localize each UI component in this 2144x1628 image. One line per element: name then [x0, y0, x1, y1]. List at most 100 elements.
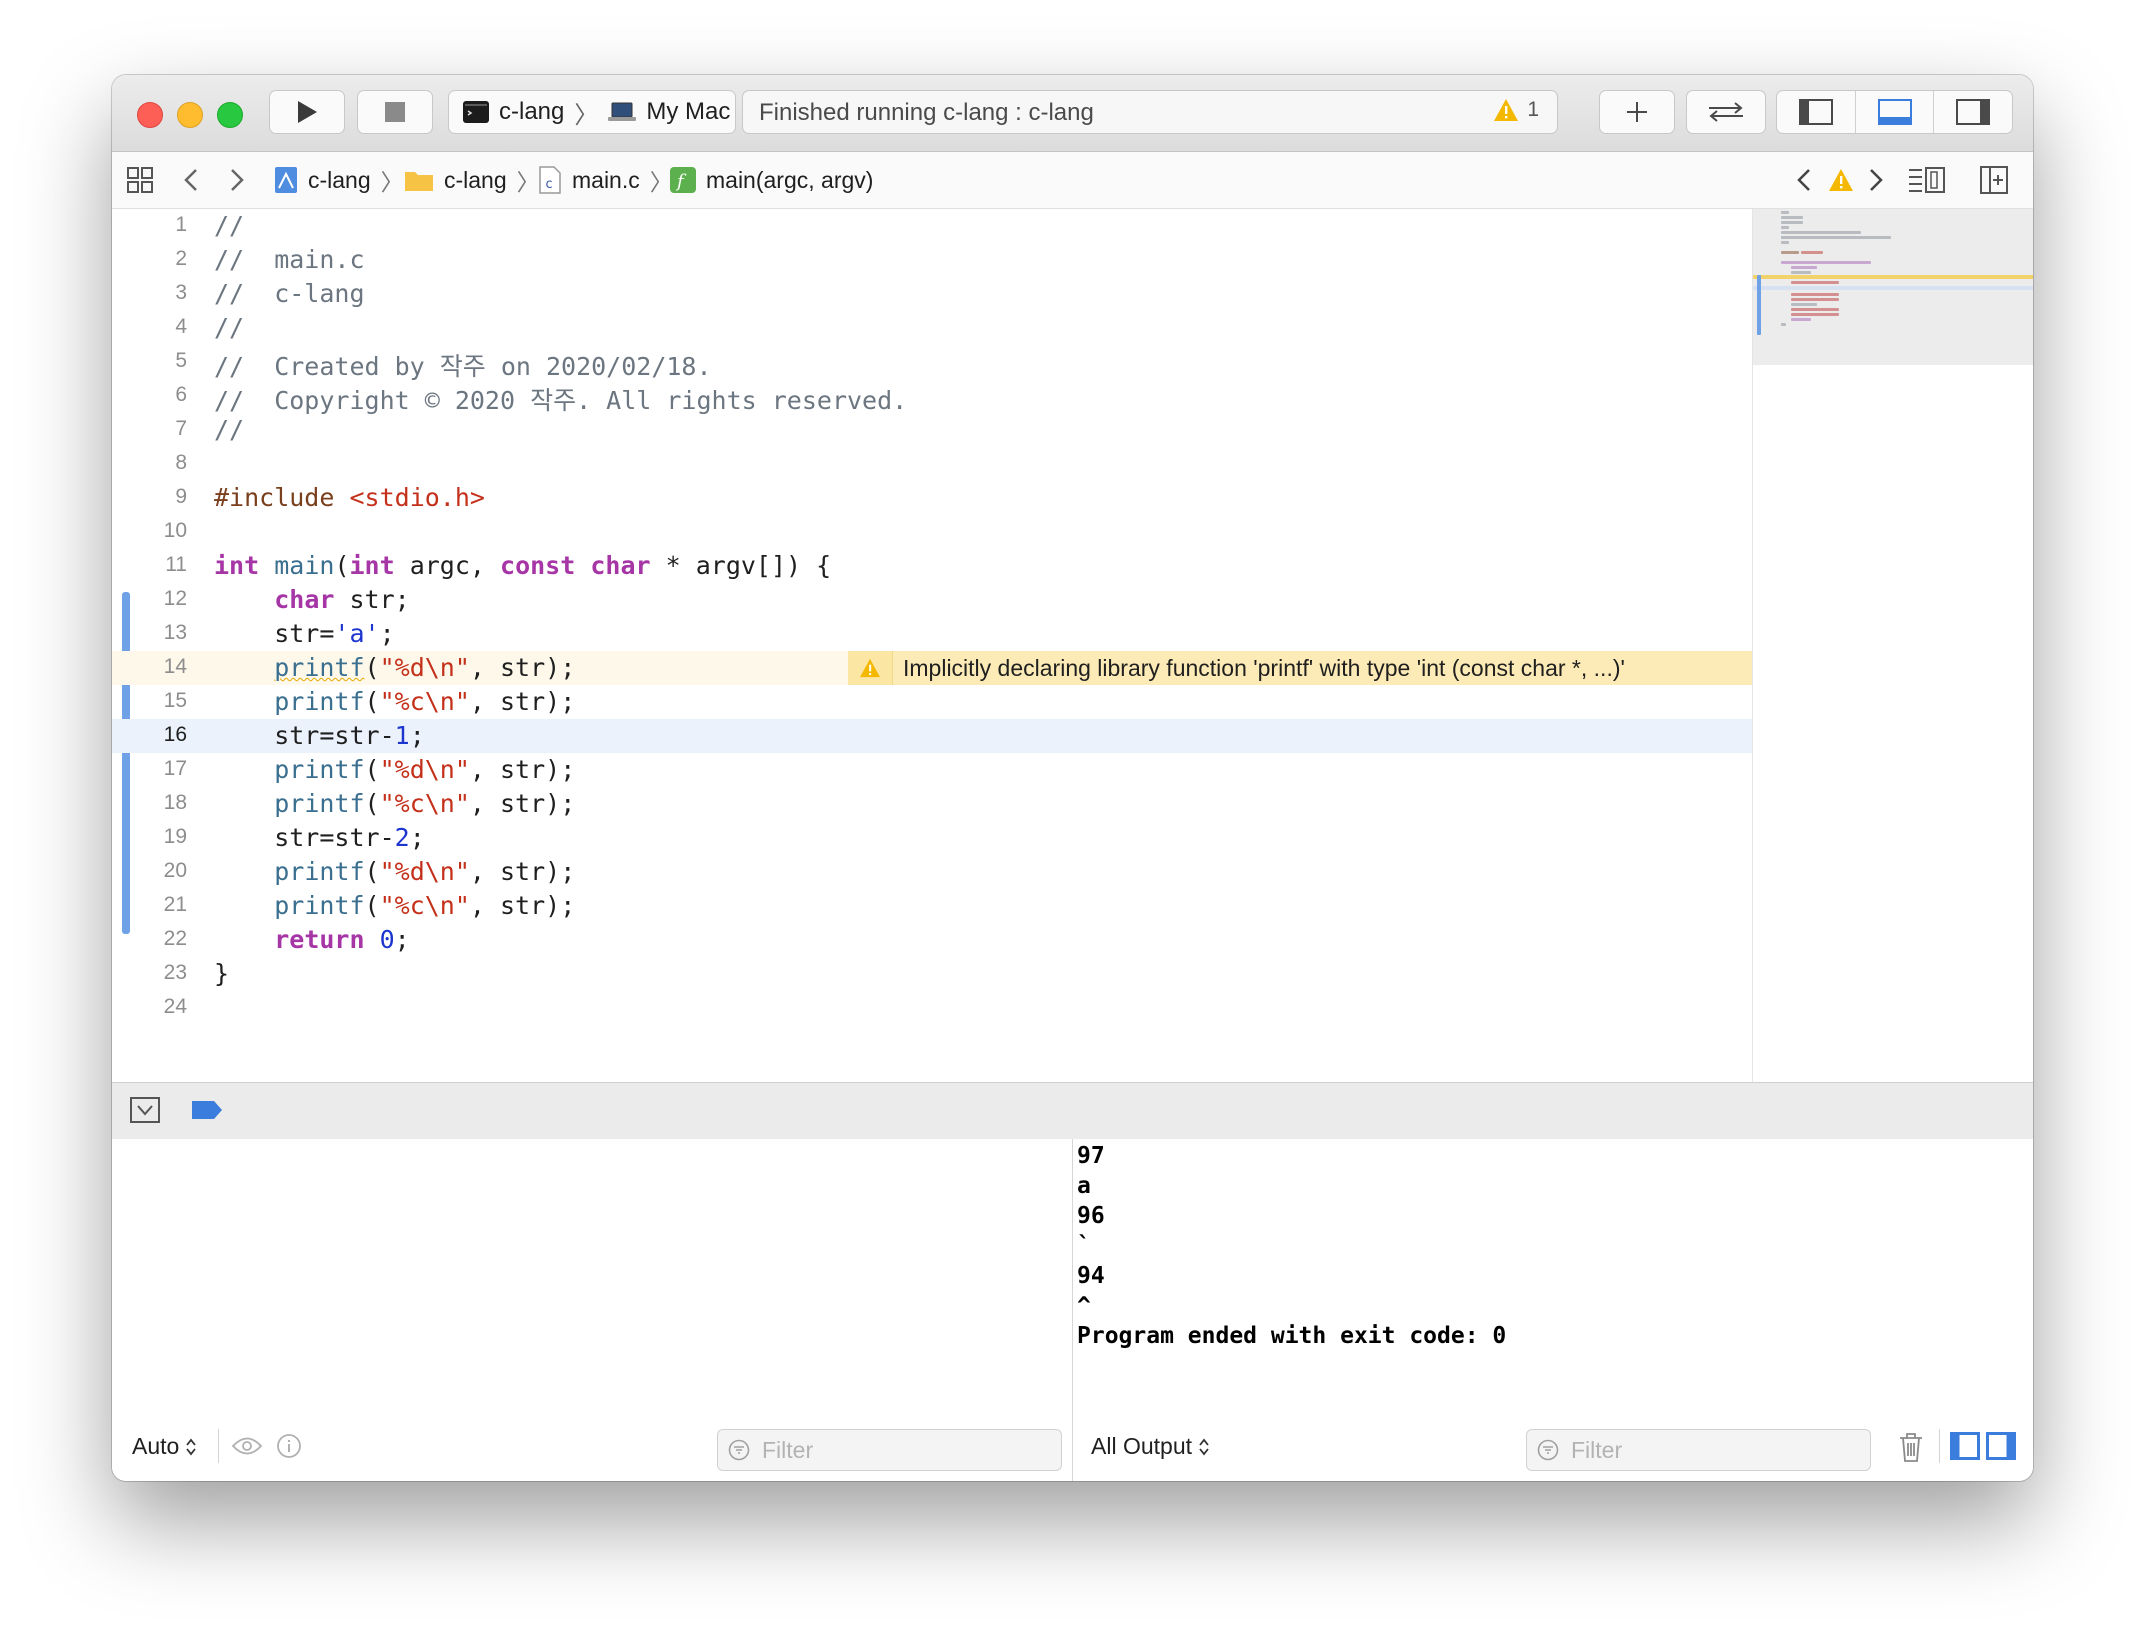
minimap[interactable]	[1752, 209, 2033, 1082]
minimap-line	[1791, 266, 1817, 269]
toggle-navigator-button[interactable]	[1777, 91, 1856, 133]
minimap-line	[1791, 281, 1839, 284]
console-view[interactable]: 97 a 96 ` 94 ^ Program ended with exit c…	[1073, 1139, 2033, 1481]
minimize-window-button[interactable]	[177, 102, 203, 128]
code-line[interactable]: 21 printf("%c\n", str);	[112, 889, 1752, 923]
code-line[interactable]: 2 // main.c	[112, 243, 1752, 277]
c-file-icon: c	[539, 166, 561, 194]
code-review-button[interactable]	[1686, 90, 1766, 134]
library-button[interactable]	[1599, 90, 1675, 134]
code-line[interactable]: 12 char str;	[112, 583, 1752, 617]
code-line[interactable]: 10	[112, 515, 1752, 549]
editor-options-button[interactable]	[1908, 152, 1946, 208]
code-line[interactable]: 11 int main(int argc, const char * argv[]…	[112, 549, 1752, 583]
code-line[interactable]: 3 // c-lang	[112, 277, 1752, 311]
breadcrumb-symbol-label: main(argc, argv)	[706, 166, 874, 193]
code-line[interactable]: 5 // Created by 작주 on 2020/02/18.	[112, 345, 1752, 381]
breadcrumb-folder[interactable]: c-lang 〉	[404, 152, 540, 208]
scheme-selector[interactable]: c-lang 〉 My Mac	[448, 90, 736, 134]
breakpoints-toggle-button[interactable]	[192, 1101, 222, 1124]
variables-filter-input[interactable]	[760, 1435, 1014, 1465]
line-number: 22	[163, 927, 187, 950]
comment: // main.c	[214, 245, 365, 274]
code-line[interactable]: 15 printf("%c\n", str);	[112, 685, 1752, 719]
line-number: 17	[163, 757, 187, 780]
stop-button[interactable]	[357, 90, 433, 134]
code-line[interactable]: 19 str=str-2;	[112, 821, 1752, 855]
quick-look-button[interactable]	[231, 1435, 263, 1462]
code-line[interactable]: 7 //	[112, 413, 1752, 447]
code-line[interactable]: 13 str='a';	[112, 617, 1752, 651]
string-literal: "%c\n"	[379, 687, 470, 716]
string-literal: "%d\n"	[379, 755, 470, 784]
line-number: 8	[175, 451, 187, 474]
line-number: 11	[165, 553, 187, 576]
toggle-debug-area-button[interactable]	[1856, 91, 1935, 133]
show-console-view-button[interactable]	[1986, 1432, 2016, 1465]
number-literal: 1	[394, 721, 410, 750]
back-button[interactable]	[182, 152, 200, 208]
variables-view[interactable]: Auto	[112, 1139, 1073, 1481]
code-line[interactable]: 23}	[112, 957, 1752, 991]
output-scope-popup[interactable]: All Output	[1091, 1433, 1210, 1460]
line-number: 20	[163, 859, 187, 882]
line-number: 12	[163, 587, 187, 610]
warning-message: Implicitly declaring library function 'p…	[903, 655, 1625, 681]
swap-arrows-icon	[1709, 102, 1743, 122]
console-output[interactable]: 97 a 96 ` 94 ^ Program ended with exit c…	[1077, 1141, 1506, 1351]
keyword: const	[500, 551, 576, 580]
code-line[interactable]: 8	[112, 447, 1752, 481]
keyword: return	[274, 925, 365, 954]
next-issue-button[interactable]	[1867, 152, 1885, 208]
left-panel-icon	[1798, 99, 1833, 125]
code-line[interactable]: 18 printf("%c\n", str);	[112, 787, 1752, 821]
minimap-line	[1791, 303, 1817, 306]
code-line[interactable]: 1 //	[112, 209, 1752, 243]
code-line[interactable]: 17 printf("%d\n", str);	[112, 753, 1752, 787]
warning-annotation[interactable]: Implicitly declaring library function 'p…	[848, 651, 1752, 685]
split-editor-button[interactable]	[1980, 152, 2008, 208]
code-line-warning[interactable]: 14 printf("%d\n", str); Implicitly decla…	[112, 651, 1752, 685]
code-line[interactable]: 20 printf("%d\n", str);	[112, 855, 1752, 889]
function-name: main	[274, 551, 335, 580]
zoom-window-button[interactable]	[217, 102, 243, 128]
code-line[interactable]: 4 //	[112, 311, 1752, 345]
breadcrumb-project[interactable]: c-lang 〉	[274, 152, 404, 208]
breadcrumb-symbol[interactable]: f main(argc, argv)	[670, 152, 873, 208]
close-window-button[interactable]	[137, 102, 163, 128]
activity-warning-indicator[interactable]: 1	[1493, 98, 1539, 122]
minimap-line	[1781, 221, 1803, 224]
string-literal: "%d\n"	[379, 653, 470, 682]
code-line[interactable]: 24	[112, 991, 1752, 1025]
code-line[interactable]: 6 // Copyright © 2020 작주. All rights rese…	[112, 379, 1752, 415]
print-description-button[interactable]	[276, 1433, 302, 1464]
keyword: int	[214, 551, 260, 580]
line-number: 1	[175, 213, 187, 236]
variables-scope-popup[interactable]: Auto	[132, 1433, 197, 1460]
folder-icon	[405, 172, 433, 191]
hide-debug-area-button[interactable]	[130, 1097, 160, 1128]
line-number: 15	[163, 689, 187, 712]
console-filter-input[interactable]	[1569, 1435, 1823, 1465]
variables-filter[interactable]	[717, 1429, 1062, 1471]
number-literal: 2	[394, 823, 410, 852]
breadcrumb-file[interactable]: c main.c 〉	[538, 152, 673, 208]
keyword: char	[274, 585, 335, 614]
show-variables-view-button[interactable]	[1950, 1432, 1980, 1465]
activity-viewer: Finished running c-lang : c-lang 1	[742, 90, 1558, 134]
forward-button[interactable]	[228, 152, 246, 208]
minimap-line	[1781, 231, 1861, 234]
related-items-button[interactable]	[126, 152, 154, 208]
code-line[interactable]: 9 #include <stdio.h>	[112, 481, 1752, 515]
divider	[218, 1429, 219, 1463]
toggle-inspector-button[interactable]	[1934, 91, 2012, 133]
run-button[interactable]	[269, 90, 345, 134]
minimap-line	[1791, 308, 1839, 311]
issue-indicator[interactable]	[1828, 152, 1854, 208]
source-editor[interactable]: 1 // 2 // main.c 3 // c-lang 4 // 5 // Create…	[112, 209, 1752, 1082]
code-line-current[interactable]: 16 str=str-1;	[112, 719, 1752, 753]
clear-console-button[interactable]	[1897, 1431, 1925, 1468]
console-filter[interactable]	[1526, 1429, 1871, 1471]
previous-issue-button[interactable]	[1795, 152, 1813, 208]
code-line[interactable]: 22 return 0;	[112, 923, 1752, 957]
